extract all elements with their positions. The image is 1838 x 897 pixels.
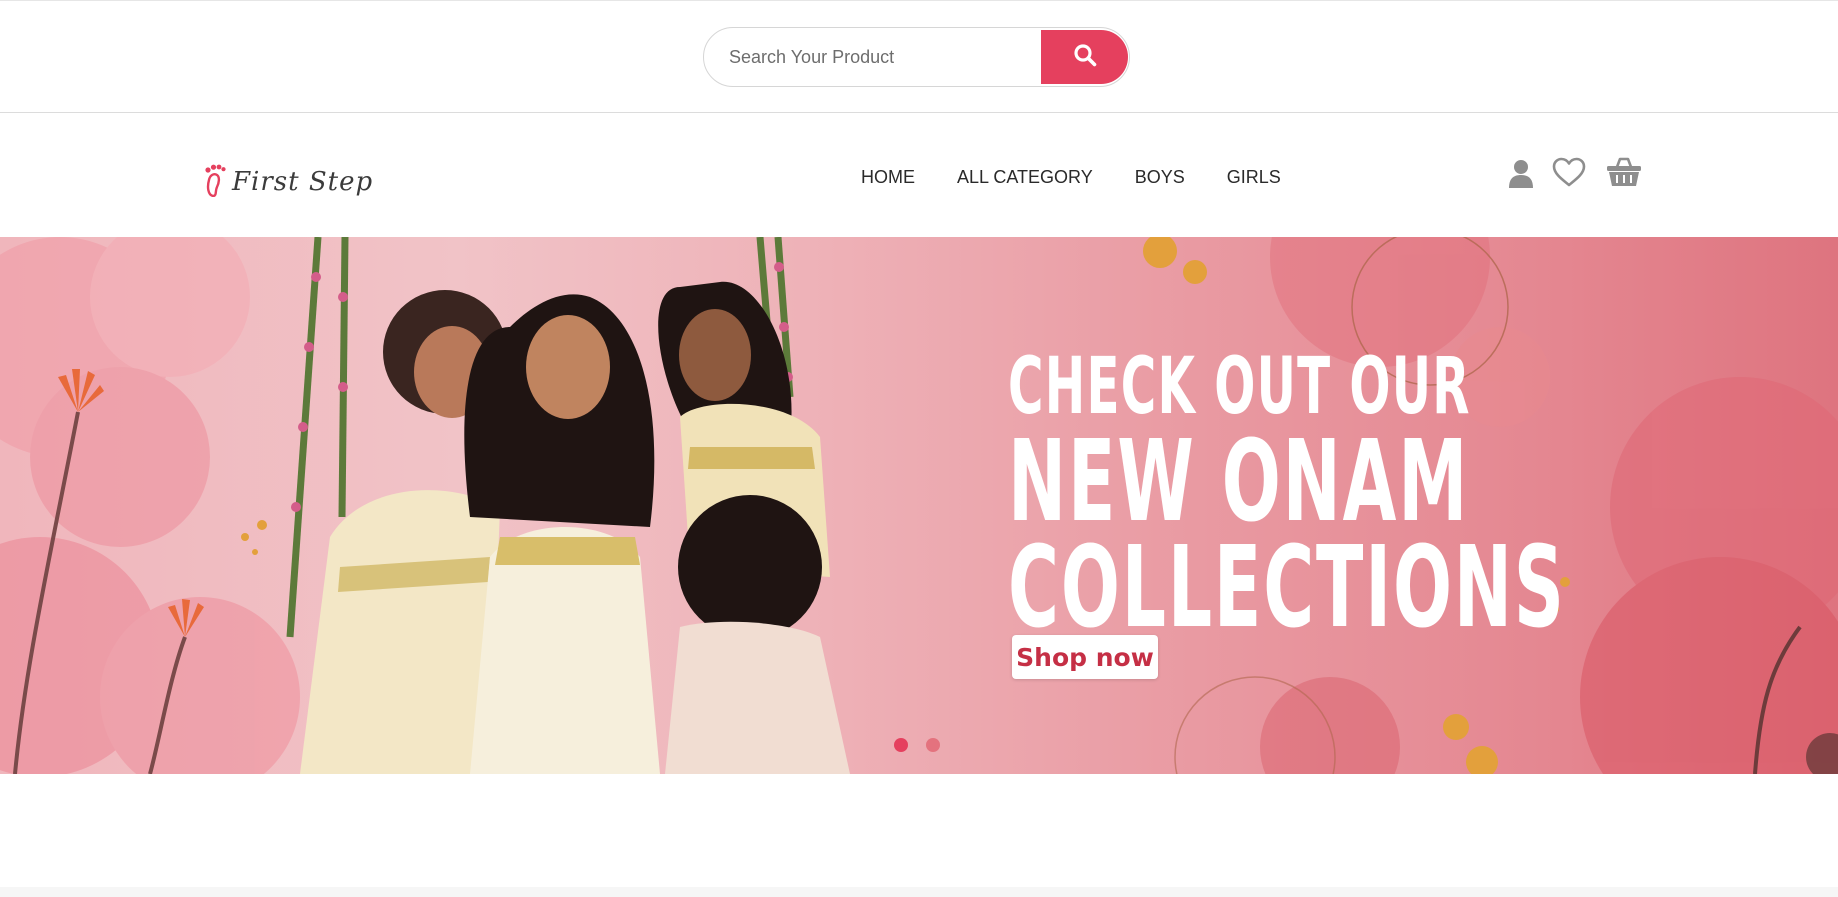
basket-icon[interactable] xyxy=(1606,156,1642,188)
page-divider xyxy=(0,887,1838,897)
search-input[interactable] xyxy=(704,28,1042,86)
header-actions xyxy=(1508,155,1660,189)
brand-name: First Step xyxy=(232,167,374,197)
shop-now-button[interactable]: Shop now xyxy=(1012,635,1158,679)
footprint-icon xyxy=(204,163,230,202)
carousel-dot-1[interactable] xyxy=(894,738,908,752)
headline-line-3: COLLECTIONS xyxy=(1008,523,1566,653)
search-box xyxy=(703,27,1130,87)
carousel-dot-2[interactable] xyxy=(926,738,940,752)
main-nav: HOME ALL CATEGORY BOYS GIRLS xyxy=(861,165,1323,189)
nav-home[interactable]: HOME xyxy=(861,165,915,189)
top-search-bar xyxy=(0,0,1838,113)
site-header: First Step HOME ALL CATEGORY BOYS GIRLS xyxy=(0,113,1838,237)
heart-icon[interactable] xyxy=(1552,157,1586,187)
headline-line-2: NEW ONAM xyxy=(1008,417,1470,547)
brand-logo[interactable]: First Step xyxy=(204,157,373,207)
banner-headline: CHECK OUT OUR NEW ONAM COLLECTIONS xyxy=(1008,345,1566,653)
search-icon xyxy=(1073,43,1097,72)
user-icon[interactable] xyxy=(1508,159,1534,189)
nav-girls[interactable]: GIRLS xyxy=(1227,165,1281,189)
carousel-dots xyxy=(894,738,958,752)
search-button[interactable] xyxy=(1041,30,1128,84)
nav-all-category[interactable]: ALL CATEGORY xyxy=(957,165,1093,189)
hero-banner[interactable]: CHECK OUT OUR NEW ONAM COLLECTIONS Shop … xyxy=(0,237,1838,774)
nav-boys[interactable]: BOYS xyxy=(1135,165,1185,189)
